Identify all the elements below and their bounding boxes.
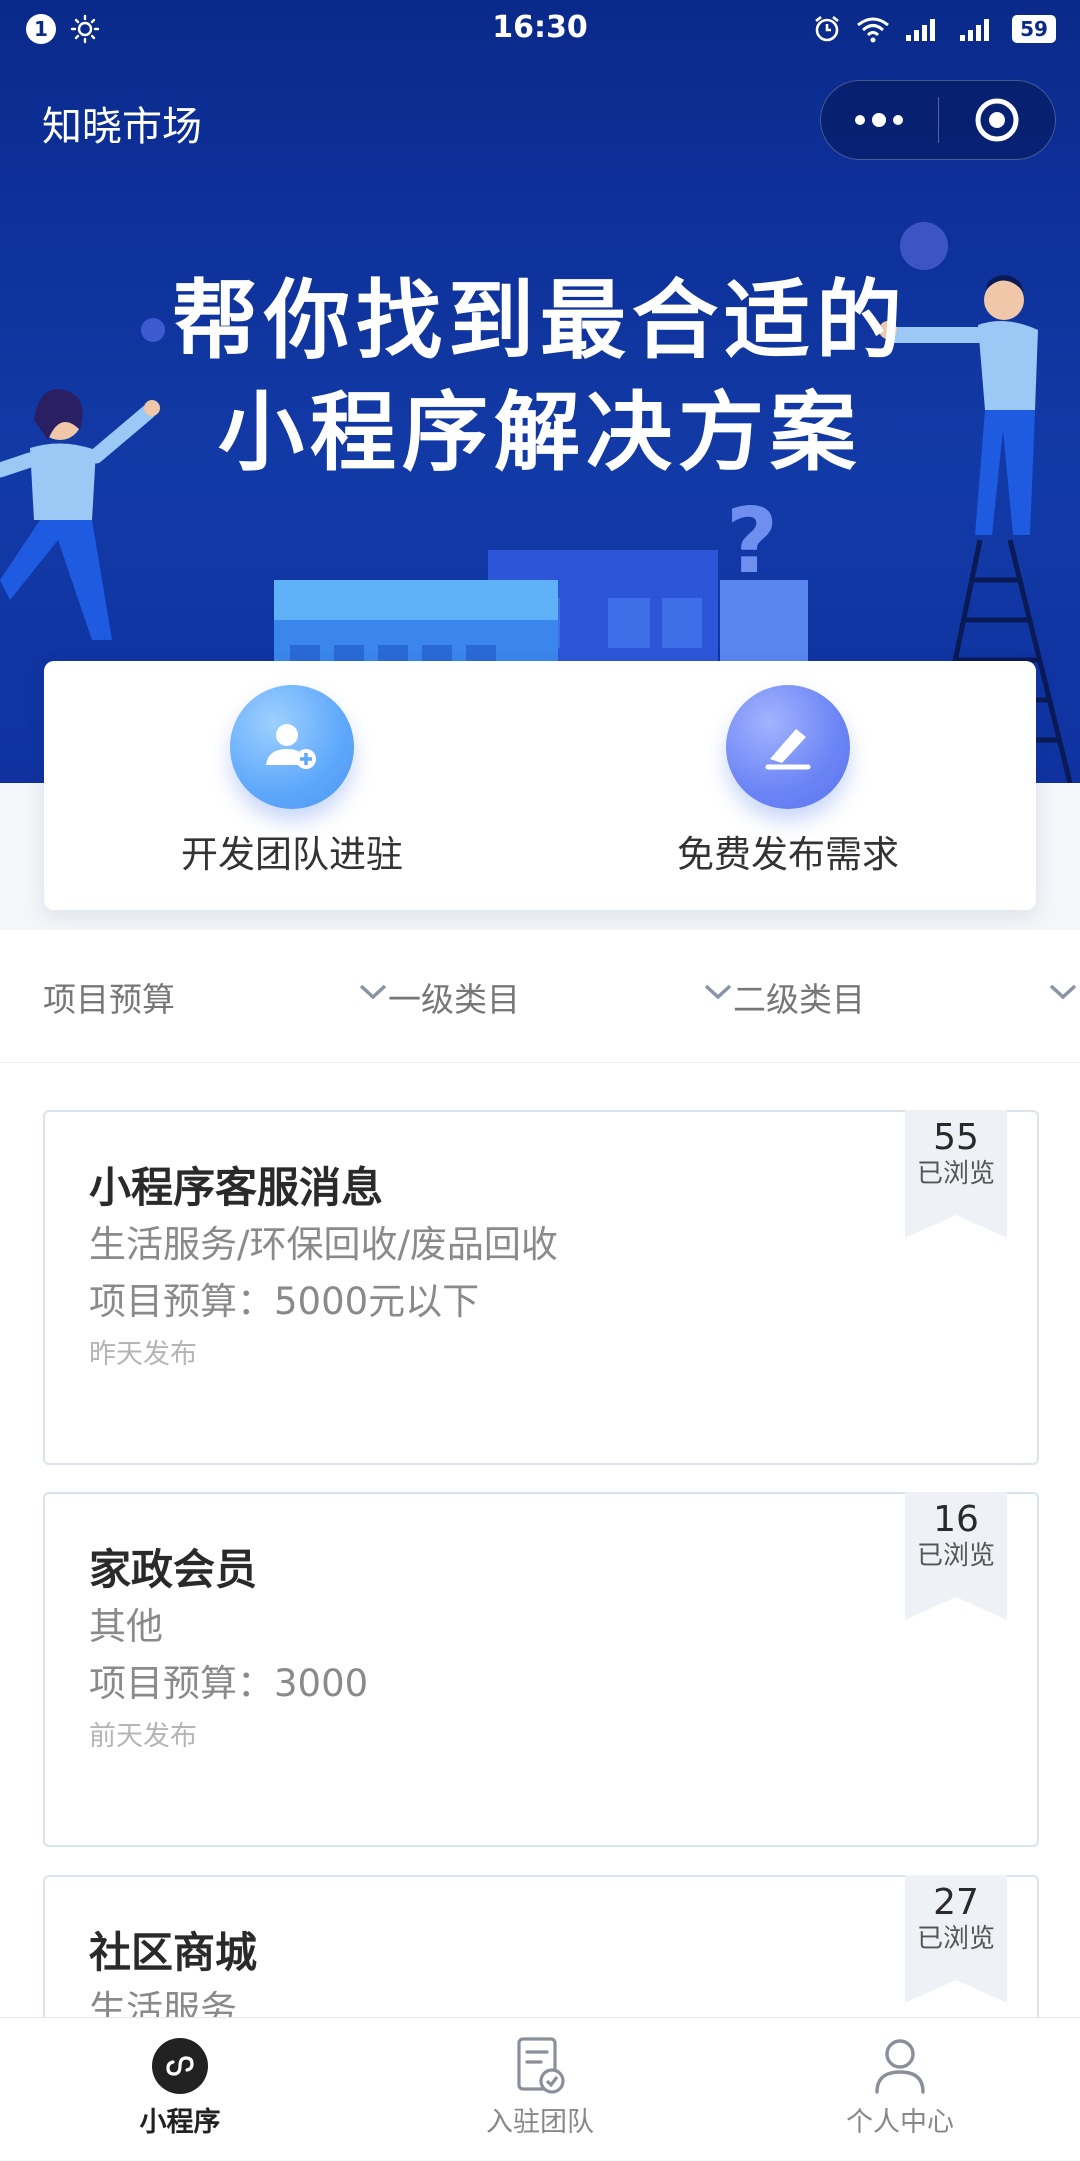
tab-teams[interactable]: 入驻团队 — [360, 2018, 720, 2161]
person-icon — [870, 2036, 930, 2096]
view-count-badge: 16 已浏览 — [905, 1492, 1007, 1620]
tab-mini-program-label: 小程序 — [139, 2107, 221, 2138]
banner-title-line1: 帮你找到最合适的 — [172, 271, 908, 371]
project-title: 社区商城 — [89, 1928, 258, 1977]
mini-program-icon — [150, 2036, 210, 2096]
question-mark: ? — [726, 489, 778, 594]
wifi-icon — [857, 17, 889, 43]
project-title: 小程序客服消息 — [89, 1163, 384, 1212]
filter-primary-category-label: 一级类目 — [388, 979, 520, 1019]
project-publish-time: 昨天发布 — [89, 1339, 197, 1370]
pen-icon — [726, 685, 850, 809]
project-card[interactable]: 社区商城 生活服务 27 已浏览 — [43, 1875, 1039, 2017]
close-capsule-button[interactable] — [939, 81, 1056, 159]
filter-primary-category[interactable]: 一级类目 — [388, 930, 733, 1063]
project-category: 生活服务 — [89, 1988, 237, 2017]
signal-icon-2 — [960, 19, 989, 41]
add-user-icon — [230, 685, 354, 809]
view-count-label: 已浏览 — [916, 1924, 995, 1954]
target-icon — [975, 98, 1019, 142]
tab-mini-program[interactable]: 小程序 — [0, 2018, 360, 2161]
filter-secondary-category[interactable]: 二级类目 — [733, 930, 1078, 1063]
project-card[interactable]: 家政会员 其他 项目预算：3000 前天发布 16 已浏览 — [43, 1492, 1039, 1847]
project-category: 其他 — [89, 1605, 163, 1648]
document-check-icon — [510, 2036, 570, 2096]
chevron-down-icon — [1049, 984, 1077, 1000]
project-title: 家政会员 — [89, 1545, 258, 1594]
publish-request-label: 免费发布需求 — [677, 833, 899, 876]
more-dots-icon — [855, 113, 904, 127]
tab-bar: 小程序 入驻团队 个人中心 — [0, 2017, 1080, 2160]
page-title: 知晓市场 — [42, 104, 202, 150]
status-bar: 1 16:30 59 — [0, 0, 1080, 60]
view-count: 27 — [933, 1882, 979, 1923]
tab-profile[interactable]: 个人中心 — [720, 2018, 1080, 2161]
project-budget: 项目预算：5000元以下 — [89, 1280, 480, 1323]
view-count: 16 — [933, 1499, 979, 1540]
more-button[interactable] — [821, 81, 938, 159]
nav-bar: 知晓市场 — [0, 60, 1080, 182]
project-category: 生活服务/环保回收/废品回收 — [89, 1223, 558, 1266]
filter-bar: 项目预算 一级类目 二级类目 — [0, 930, 1080, 1063]
quick-actions-card: 开发团队进驻 免费发布需求 — [44, 661, 1036, 910]
project-list: 小程序客服消息 生活服务/环保回收/废品回收 项目预算：5000元以下 昨天发布… — [0, 1063, 1080, 2017]
banner-headline: 帮你找到最合适的 小程序解决方案 — [0, 265, 1080, 489]
alarm-icon — [815, 15, 839, 42]
view-count: 55 — [933, 1117, 979, 1158]
tab-profile-label: 个人中心 — [846, 2107, 954, 2138]
chevron-down-icon — [704, 984, 732, 1000]
view-count-badge: 55 已浏览 — [905, 1110, 1007, 1238]
view-count-label: 已浏览 — [916, 1541, 995, 1571]
tab-teams-label: 入驻团队 — [486, 2107, 594, 2138]
view-count-label: 已浏览 — [916, 1159, 995, 1189]
signal-icon — [906, 19, 935, 41]
battery-indicator: 59 — [1012, 15, 1056, 43]
join-team-button[interactable]: 开发团队进驻 — [44, 661, 540, 910]
mini-program-capsule — [820, 80, 1056, 160]
filter-budget-label: 项目预算 — [43, 979, 175, 1019]
filter-budget[interactable]: 项目预算 — [43, 930, 388, 1063]
filter-secondary-category-label: 二级类目 — [733, 979, 865, 1019]
publish-request-button[interactable]: 免费发布需求 — [540, 661, 1036, 910]
banner-title-line2: 小程序解决方案 — [218, 383, 862, 483]
project-card[interactable]: 小程序客服消息 生活服务/环保回收/废品回收 项目预算：5000元以下 昨天发布… — [43, 1110, 1039, 1465]
join-team-label: 开发团队进驻 — [181, 833, 403, 876]
chevron-down-icon — [359, 984, 387, 1000]
project-publish-time: 前天发布 — [89, 1721, 197, 1752]
view-count-badge: 27 已浏览 — [905, 1875, 1007, 2003]
project-budget: 项目预算：3000 — [89, 1662, 369, 1705]
